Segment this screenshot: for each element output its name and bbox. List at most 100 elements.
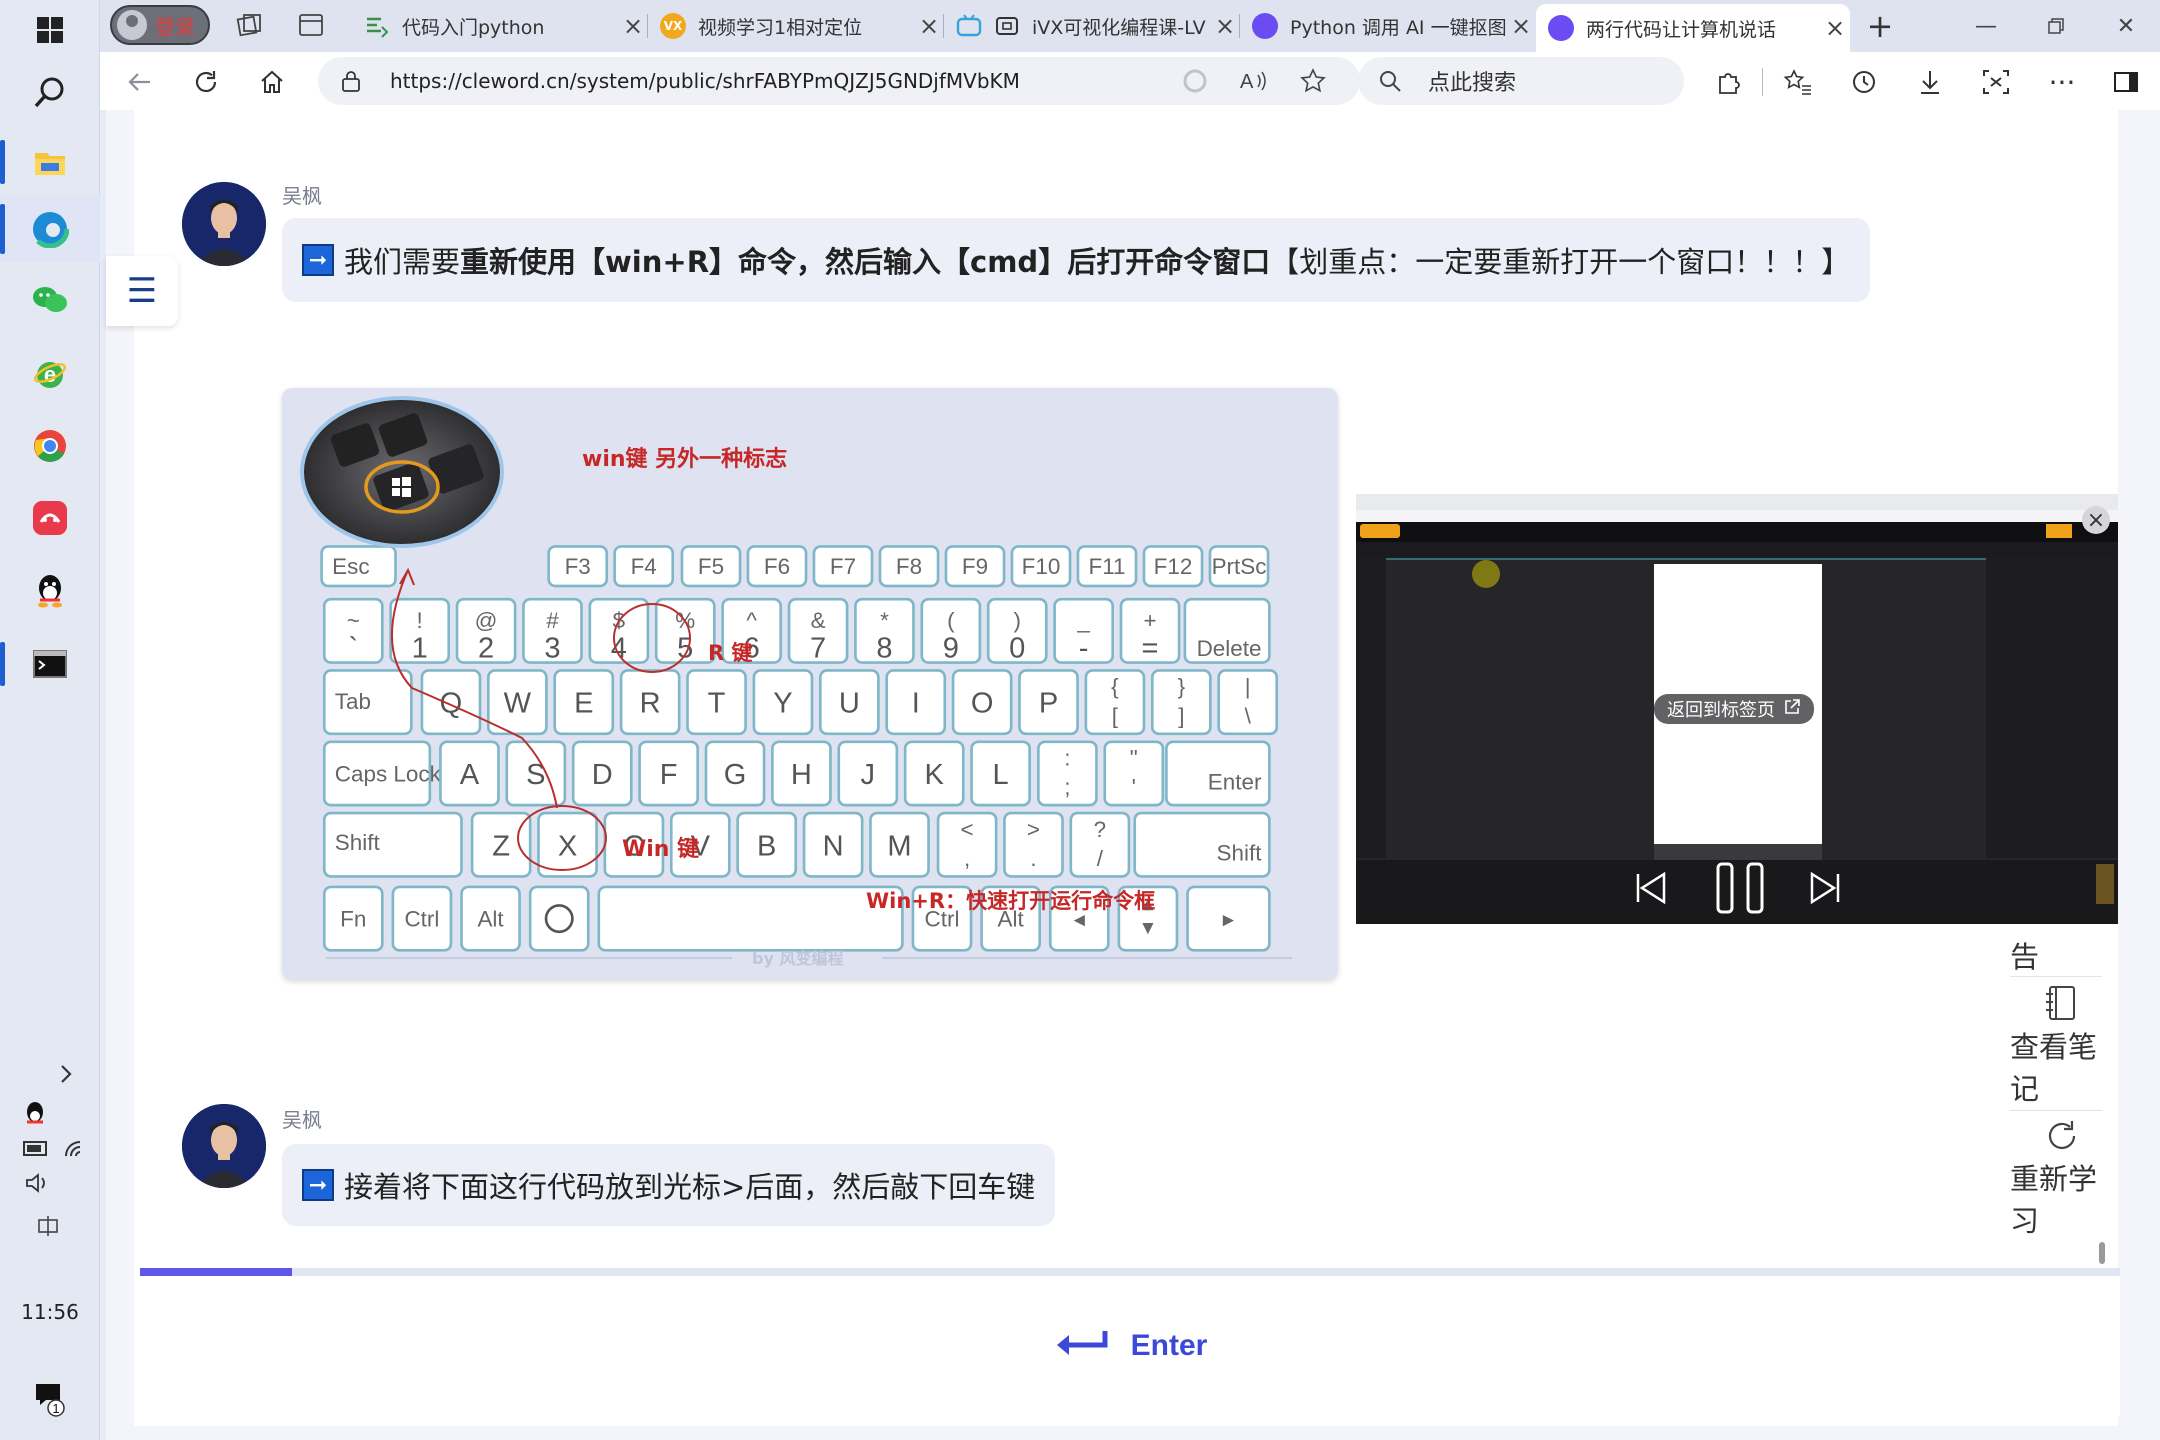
close-tab-icon[interactable]: × [1210,12,1240,40]
enter-button[interactable]: Enter [140,1276,2120,1416]
profile-login-button[interactable]: 登录 [110,5,210,45]
key-label: F4 [631,554,657,579]
refresh-icon[interactable] [2044,1118,2080,1158]
search-icon [1378,69,1402,97]
restore-icon[interactable] [2026,6,2086,46]
key-label: B [757,830,776,862]
key-label-top: > [1027,817,1040,842]
tab-active-speak[interactable]: 两行代码让计算机说话 × [1536,4,1850,52]
close-video-button[interactable]: × [2082,506,2110,534]
more-options-icon[interactable]: ··· [2040,60,2084,104]
minimize-icon[interactable]: — [1956,6,2016,46]
battery-icon[interactable] [0,1132,100,1166]
media-playing-icon [994,13,1020,39]
workspaces-icon[interactable] [234,10,268,42]
downloads-icon[interactable] [1908,60,1952,104]
tab-python-intro[interactable]: 代码入门python × [352,6,648,46]
key-label: 1 [412,632,428,664]
ie-browser-icon[interactable]: e [0,346,100,402]
key-label: H [791,759,812,791]
key-label: 3 [544,632,560,664]
clock[interactable]: 11:56 [0,1294,100,1330]
favorites-icon[interactable] [1776,60,1820,104]
close-tab-icon[interactable]: × [1820,14,1850,42]
home-icon[interactable] [250,60,294,104]
history-icon[interactable] [1842,60,1886,104]
windows-start-icon[interactable] [0,6,100,54]
music-app-icon[interactable] [0,490,100,546]
key-label-top: * [880,608,889,633]
screenshot-icon[interactable] [1974,60,2018,104]
refresh-icon[interactable] [184,60,228,104]
message-text-bold: 重新使用【win+R】命令，然后输入【cmd】后打开命令窗口 [460,245,1271,279]
key-label: Y [773,688,792,720]
extensions-icon[interactable] [1706,60,1750,104]
avatar [182,1104,266,1188]
ime-icon[interactable] [0,1210,100,1242]
menu-icon[interactable]: ☰ [106,256,178,326]
key-label: E [574,688,593,720]
file-explorer-icon[interactable] [0,132,100,192]
lock-icon[interactable] [340,69,362,97]
edge-site-icon[interactable] [1182,68,1208,98]
qq-icon[interactable] [0,562,100,618]
tab-title: Python 调用 AI 一键抠图 [1290,16,1506,39]
tab-video-learning[interactable]: VX 视频学习1相对定位 × [648,6,944,46]
avatar [182,182,266,266]
site-favicon-icon [1548,15,1574,41]
tab-title: 视频学习1相对定位 [698,16,863,39]
qq-tray-icon[interactable] [0,1096,100,1132]
tab-ivx-course[interactable]: iVX可视化编程课-LV × [944,6,1240,46]
close-tab-icon[interactable]: × [1506,12,1536,40]
read-aloud-icon[interactable]: A [1240,69,1268,97]
key-label: Esc [332,554,369,579]
close-tab-icon[interactable]: × [618,12,648,40]
key-label: O [971,688,994,720]
key-label: L [993,759,1009,791]
notification-icon[interactable]: 1 [0,1374,100,1422]
keyboard-image: Esc F3 F4 F5 F6 F7 F8 F9 F10 F11 F12 PrtSc ~ `! 1 @2 #3 $… [282,388,1338,980]
key-label-top: ! [417,608,423,633]
key-label: Fn [340,907,366,932]
key-label: PrtSc [1212,554,1267,579]
relearn-button[interactable]: 重新学习 [2010,1158,2102,1242]
favorite-star-icon[interactable] [1300,68,1326,98]
tab-python-ai[interactable]: Python 调用 AI 一键抠图 × [1240,6,1536,46]
key-label: Shift [1217,841,1263,866]
key-label: Delete [1197,636,1262,661]
wechat-icon[interactable] [0,272,100,328]
key-label: [ [1112,703,1119,728]
terminal-icon[interactable] [0,634,100,694]
key-label: ] [1178,703,1184,728]
next-track-icon[interactable] [1806,868,1846,908]
site-favicon-icon [1252,13,1278,39]
report-label-partial[interactable]: 告 [2010,936,2102,978]
back-icon[interactable] [118,60,162,104]
chrome-icon[interactable] [0,418,100,474]
tab-actions-icon[interactable] [296,10,330,42]
chevron-right-icon[interactable] [0,1056,100,1092]
address-bar[interactable]: https://cleword.cn/system/public/shrFABY… [318,57,1360,105]
new-tab-button[interactable]: + [1850,6,1910,46]
search-icon[interactable] [0,64,100,120]
return-to-tab-button[interactable]: 返回到标签页 [1654,694,1814,724]
sender-name: 吴枫 [282,1108,322,1132]
previous-track-icon[interactable] [1630,868,1670,908]
sidebar-toggle-icon[interactable] [2104,60,2148,104]
arrow-right-icon: ➞ [302,1169,334,1201]
enter-arrow-icon [1053,1327,1113,1365]
scrollbar-thumb[interactable] [2099,1242,2105,1264]
edge-icon[interactable] [0,196,100,262]
progress-fill [140,1268,293,1276]
avatar-icon [117,10,147,40]
return-to-tab-label: 返回到标签页 [1667,700,1775,721]
view-notes-button[interactable]: 查看笔记 [2010,1026,2102,1110]
close-window-icon[interactable]: ✕ [2096,6,2156,46]
notebook-icon[interactable] [2044,984,2080,1026]
search-box[interactable]: 点此搜索 [1358,57,1684,105]
key-label: 9 [943,632,959,664]
picture-in-picture-video[interactable]: 返回到标签页 × [1356,494,2118,924]
pause-icon[interactable] [1712,858,1768,918]
close-tab-icon[interactable]: × [914,12,944,40]
volume-icon[interactable] [0,1168,100,1198]
